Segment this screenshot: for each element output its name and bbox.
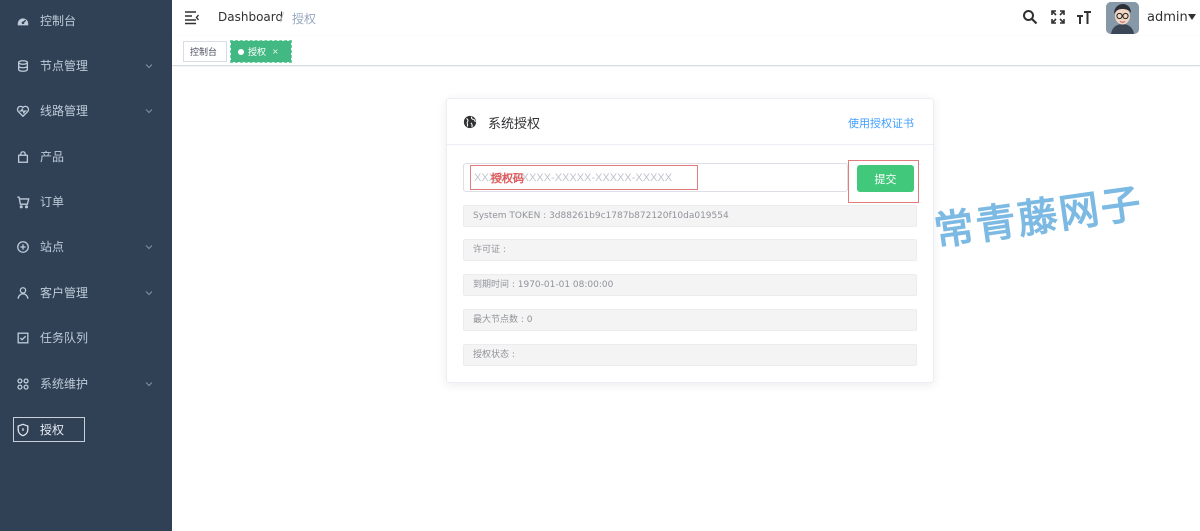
breadcrumb-home[interactable]: Dashboard — [218, 10, 283, 24]
license-field: 许可证 : — [463, 239, 917, 261]
sidebar-item-label: 客户管理 — [40, 286, 89, 300]
sidebar-item-license[interactable]: 授权 — [0, 407, 172, 452]
avatar[interactable] — [1106, 2, 1139, 34]
fullscreen-icon[interactable] — [1050, 9, 1066, 25]
tag-license[interactable]: 授权 × — [230, 40, 292, 63]
database-icon — [16, 59, 30, 73]
max-nodes-field: 最大节点数 : 0 — [463, 309, 917, 331]
close-icon[interactable]: × — [272, 47, 279, 56]
card-header: 系统授权 使用授权证书 — [447, 99, 933, 145]
license-card: 系统授权 使用授权证书 授权码 提交 System TOKEN : 3d8826… — [446, 98, 934, 383]
chevron-down-icon — [145, 381, 153, 386]
license-code-input[interactable] — [463, 163, 848, 192]
sidebar-item-dashboard[interactable]: 控制台 — [0, 0, 172, 43]
sidebar-item-label: 任务队列 — [40, 331, 89, 345]
menu-toggle-icon[interactable] — [184, 9, 200, 25]
use-certificate-link[interactable]: 使用授权证书 — [848, 115, 914, 131]
sidebar-item-label: 授权 — [40, 423, 65, 437]
grid-icon — [16, 377, 30, 391]
chevron-down-icon — [145, 290, 153, 295]
search-icon[interactable] — [1022, 9, 1038, 25]
sidebar-item-label: 线路管理 — [40, 104, 89, 118]
sidebar-item-label: 站点 — [40, 240, 65, 254]
sidebar-item-products[interactable]: 产品 — [0, 134, 172, 179]
sidebar-item-label: 产品 — [40, 150, 65, 164]
tag-label: 控制台 — [190, 48, 218, 58]
submit-button[interactable]: 提交 — [857, 165, 914, 192]
breadcrumb-separator: / — [280, 10, 285, 24]
sidebar: 控制台 节点管理 线路管理 产品 订单 站点 客户管理 任务队列 系统维护 授权 — [0, 0, 172, 531]
dashboard-icon — [16, 14, 30, 28]
sidebar-item-nodes[interactable]: 节点管理 — [0, 43, 172, 88]
sidebar-item-orders[interactable]: 订单 — [0, 179, 172, 224]
license-status-field: 授权状态 : — [463, 344, 917, 366]
sidebar-item-customers[interactable]: 客户管理 — [0, 270, 172, 315]
chevron-down-icon — [145, 244, 153, 249]
username[interactable]: admin — [1147, 10, 1188, 25]
globe-icon — [463, 115, 477, 129]
cart-icon — [16, 195, 30, 209]
sidebar-item-label: 控制台 — [40, 14, 77, 28]
chevron-down-icon — [145, 108, 153, 113]
card-title: 系统授权 — [488, 117, 541, 132]
tags-view: 控制台 授权 × — [172, 36, 1200, 66]
tag-dashboard[interactable]: 控制台 — [183, 41, 227, 62]
sidebar-item-tasks[interactable]: 任务队列 — [0, 315, 172, 360]
checkbox-icon — [16, 331, 30, 345]
font-size-icon[interactable] — [1076, 9, 1092, 25]
expire-time-field: 到期时间 : 1970-01-01 08:00:00 — [463, 274, 917, 296]
site-icon — [16, 240, 30, 254]
chevron-down-icon — [145, 63, 153, 68]
system-token-field: System TOKEN : 3d88261b9c1787b872120f10d… — [463, 205, 917, 227]
sidebar-item-label: 系统维护 — [40, 377, 89, 391]
sidebar-item-label: 订单 — [40, 195, 65, 209]
sidebar-item-routes[interactable]: 线路管理 — [0, 88, 172, 133]
active-dot-icon — [238, 48, 244, 55]
shield-icon — [16, 423, 30, 437]
sidebar-item-label: 节点管理 — [40, 59, 89, 73]
sidebar-item-maintenance[interactable]: 系统维护 — [0, 361, 172, 406]
breadcrumb-current: 授权 — [292, 12, 317, 26]
caret-down-icon[interactable] — [1188, 14, 1196, 20]
user-icon — [16, 286, 30, 300]
heart-route-icon — [16, 104, 30, 118]
tag-label: 授权 — [248, 48, 267, 58]
sidebar-item-sites[interactable]: 站点 — [0, 224, 172, 269]
bag-icon — [16, 150, 30, 164]
navbar: Dashboard / 授权 admin — [172, 0, 1200, 36]
